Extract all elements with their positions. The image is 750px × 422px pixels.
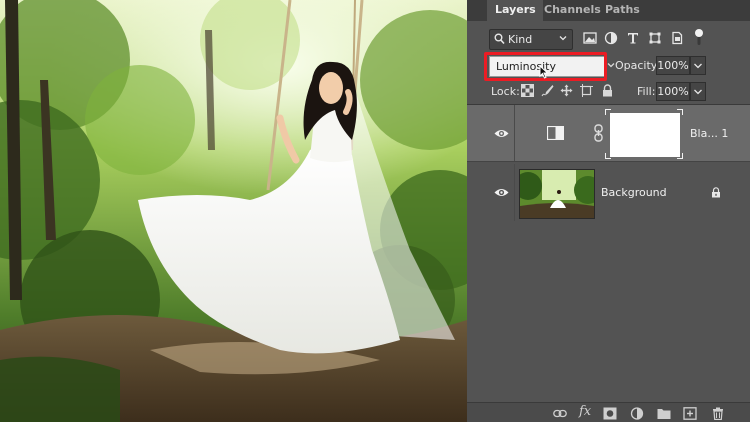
add-mask-icon[interactable] [603,407,617,420]
divider [467,161,750,162]
chevron-down-icon [694,89,702,95]
new-layer-icon[interactable] [683,407,697,420]
chevron-down-icon [694,63,702,69]
layer-thumbnail[interactable] [519,169,595,219]
tab-paths[interactable]: Paths [605,0,640,21]
layer-row-adjustment[interactable]: Bla... 1 [467,105,750,162]
opacity-input[interactable]: 100% [656,56,690,75]
fill-input[interactable]: 100% [656,82,690,101]
layer-name[interactable]: Background [601,186,667,199]
lock-transparent-pixels-icon[interactable] [521,84,534,97]
eye-icon[interactable] [494,128,509,139]
mask-link-icon[interactable] [594,124,603,142]
canvas-image [0,0,467,422]
panel-tab-bar: Layers Channels Paths [467,0,750,21]
fx-icon[interactable]: fx [579,404,591,419]
type-filter-icon[interactable] [626,31,640,45]
fill-label: Fill: [637,85,656,98]
layer-mask-thumbnail[interactable] [610,113,680,157]
smart-object-filter-icon[interactable] [670,31,684,45]
layer-row-background[interactable]: Background [467,164,750,221]
new-adjustment-icon[interactable] [630,407,644,420]
lock-icon[interactable] [711,187,721,198]
layer-thumbnail-image [520,170,594,218]
lock-label: Lock: [491,85,520,98]
divider [514,105,515,162]
image-filter-icon[interactable] [583,31,597,45]
document-canvas[interactable] [0,0,467,422]
layers-panel-toolbar: fx [467,402,750,422]
new-group-icon[interactable] [657,407,671,420]
chevron-down-icon [559,36,567,41]
layers-panel: Layers Channels Paths Kind Luminosity Op… [467,0,750,422]
filter-kind-dropdown[interactable]: Kind [489,29,573,50]
chevron-down-icon[interactable] [607,61,615,69]
link-layers-icon[interactable] [553,407,567,420]
tab-layers[interactable]: Layers [487,0,543,21]
lock-artboard-icon[interactable] [580,84,593,97]
opacity-slider-toggle[interactable] [690,56,706,75]
trash-icon[interactable] [711,407,725,420]
tab-channels[interactable]: Channels [544,0,601,21]
shape-filter-icon[interactable] [648,31,662,45]
fill-slider-toggle[interactable] [690,82,706,101]
filter-toggle-icon[interactable] [692,28,706,46]
eye-icon[interactable] [494,187,509,198]
black-white-adjustment-icon[interactable] [547,126,564,140]
lock-image-pixels-icon[interactable] [541,84,554,97]
lock-position-icon[interactable] [560,84,573,97]
search-icon [494,33,505,45]
lock-all-icon[interactable] [601,84,614,97]
divider [514,164,515,221]
layer-name[interactable]: Bla... 1 [690,127,728,140]
photoshop-workspace: Layers Channels Paths Kind Luminosity Op… [0,0,750,422]
mouse-cursor-icon [539,65,549,79]
opacity-label: Opacity: [615,59,661,72]
filter-kind-label: Kind [508,33,533,46]
adjustment-filter-icon[interactable] [604,31,618,45]
